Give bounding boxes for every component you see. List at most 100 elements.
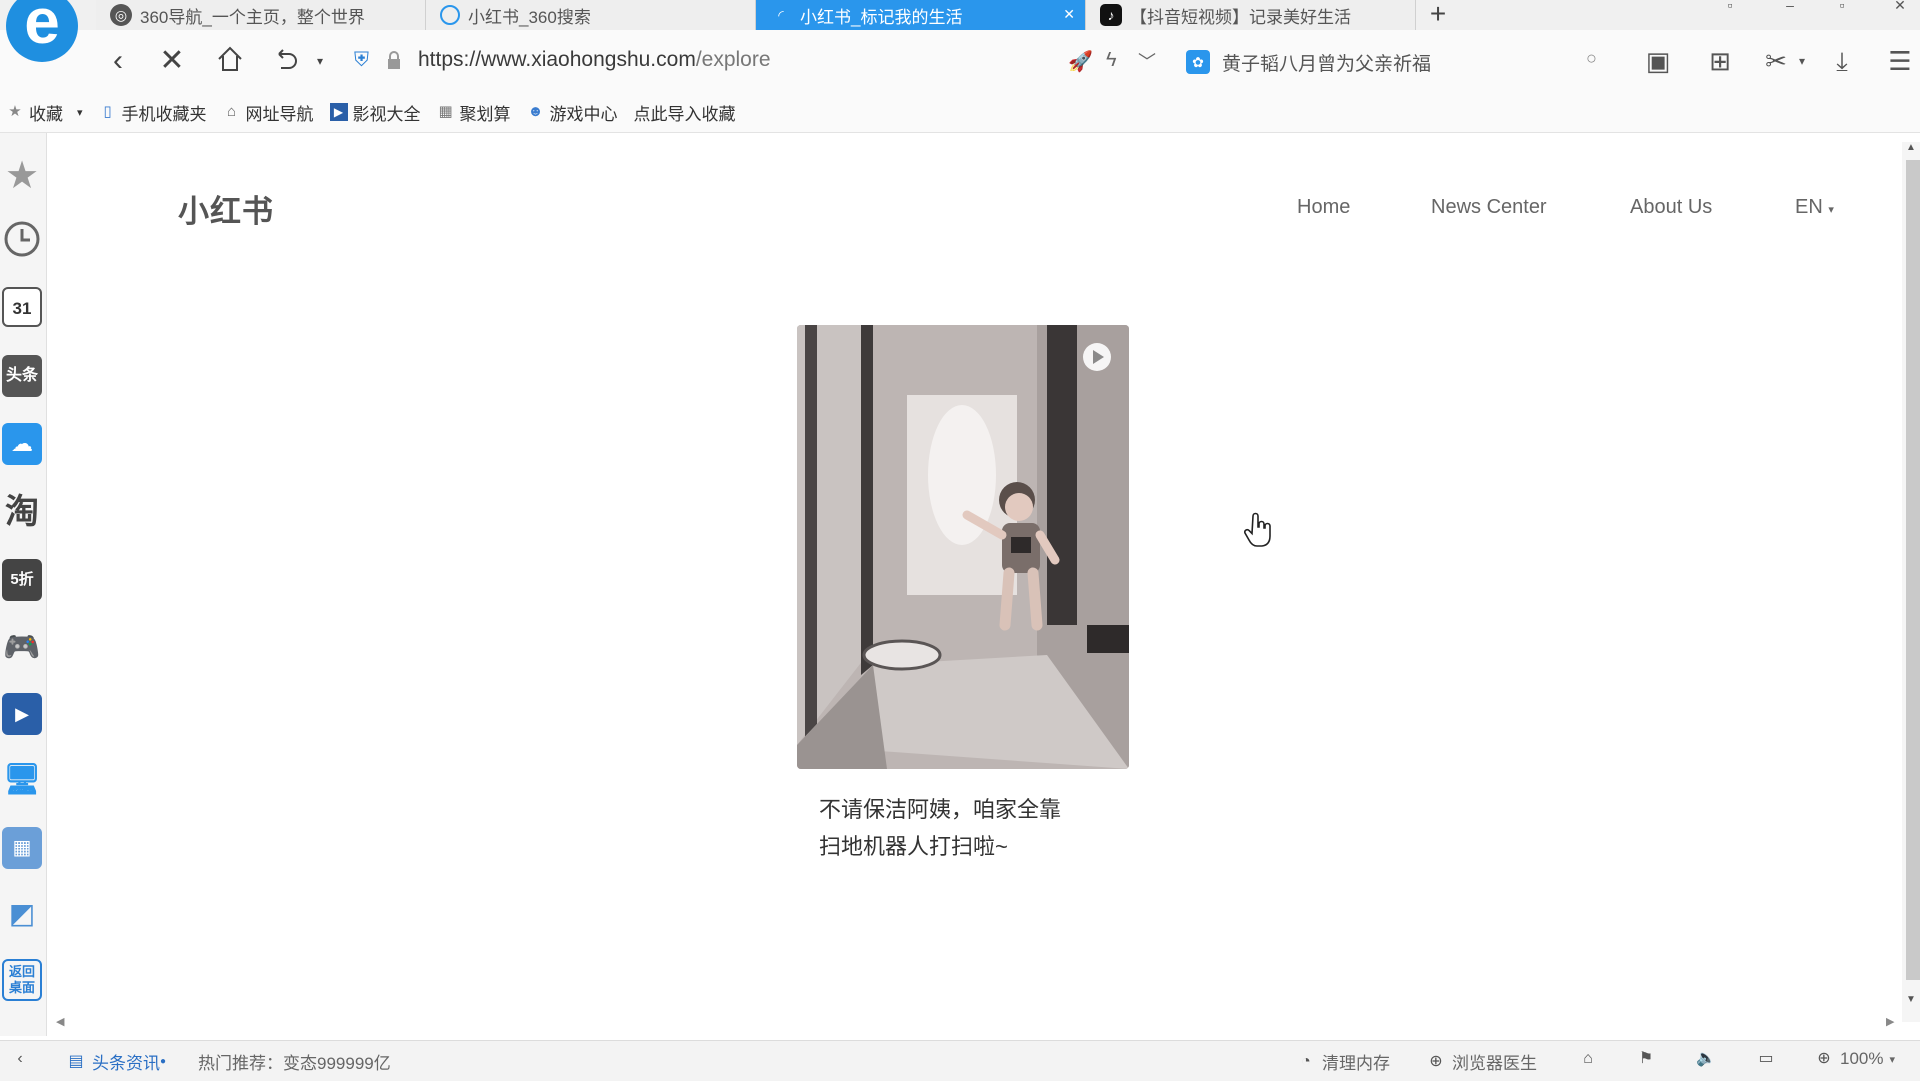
bookmark-movies[interactable]: ▶ 影视大全 — [329, 100, 421, 125]
address-bar[interactable]: ⛨ https://www.xiaohongshu.com/explore 🚀 … — [350, 46, 1660, 78]
zoom-icon: ⊕ — [1817, 1050, 1831, 1067]
nav-news-center-link[interactable]: News Center — [1431, 196, 1547, 219]
scrollbar-thumb[interactable] — [1906, 160, 1920, 980]
maximize-window-icon[interactable]: ▫ — [1822, 0, 1862, 14]
minimize-window-icon[interactable]: – — [1770, 0, 1810, 14]
bookmark-import[interactable]: 点此导入收藏 — [634, 100, 736, 125]
nav-about-us-link[interactable]: About Us — [1630, 196, 1712, 219]
bookmark-juhuasuan[interactable]: ▦ 聚划算 — [437, 100, 511, 125]
status-bar: ‹ ▤ 头条资讯 ● 热门推荐：变态999999亿 ◔ 清理内存 ⊕ 浏览器医生… — [0, 1040, 1920, 1081]
taobao-icon[interactable]: 淘 — [2, 491, 42, 533]
bookmark-label: 聚划算 — [459, 104, 511, 124]
bookmark-label: 点此导入收藏 — [633, 104, 736, 124]
game-icon: ☻ — [527, 103, 544, 120]
bookmark-game-center[interactable]: ☻ 游戏中心 — [527, 100, 618, 125]
undo-icon — [278, 49, 297, 69]
paw-icon: ✿ — [1186, 50, 1210, 74]
discount-icon[interactable]: 5折 — [2, 559, 42, 601]
close-icon[interactable]: ✕ — [1063, 6, 1075, 23]
scroll-left-icon[interactable]: ◀ — [56, 1015, 64, 1028]
loading-icon: ◜ — [778, 6, 784, 23]
film-icon[interactable]: ▶ — [2, 693, 42, 735]
reader-mode-icon[interactable]: ▣ — [1638, 44, 1678, 80]
screen-icon[interactable]: ▭ — [1756, 1049, 1782, 1069]
sidebar: ★ 31 头条 ☁ 淘 5折 🎮 ▶ 🖥 ▦ ◩ 返回桌面 — [0, 133, 47, 1036]
site-logo[interactable]: 小红书 — [178, 186, 274, 231]
download-icon[interactable]: ⤓ — [1822, 44, 1862, 80]
monitor-icon[interactable]: 🖥 — [2, 759, 42, 801]
browser-doctor-button[interactable]: ⊕ 浏览器医生 — [1426, 1049, 1537, 1074]
lock-icon — [388, 51, 400, 69]
lightning-icon[interactable]: ϟ — [1106, 49, 1117, 72]
tab-title: 360导航_一个主页，整个世界 — [140, 7, 365, 27]
cloud-sync-icon[interactable]: ⌂ — [1578, 1049, 1604, 1069]
apps-icon[interactable]: ⊞ — [1700, 44, 1740, 80]
search-icon — [440, 5, 460, 25]
zoom-control[interactable]: ⊕ 100% ▾ — [1814, 1049, 1895, 1069]
back-to-desktop-icon[interactable]: 返回桌面 — [2, 959, 42, 1001]
headline-news-button[interactable]: ▤ 头条资讯 ● — [66, 1049, 166, 1074]
chevron-down-icon[interactable]: ﹀ — [1138, 48, 1156, 74]
flag-icon[interactable]: ⚑ — [1636, 1049, 1662, 1069]
weather-cloud-icon[interactable]: ☁ — [2, 423, 42, 465]
chevron-down-icon[interactable]: ▾ — [77, 106, 83, 119]
history-clock-icon[interactable] — [2, 219, 42, 261]
tab-360-search[interactable]: 小红书_360搜索 — [426, 0, 756, 30]
nav-language-select[interactable]: EN ▾ — [1795, 196, 1834, 219]
home-button[interactable] — [210, 44, 250, 80]
calculator-icon[interactable]: ▦ — [2, 827, 42, 869]
film-icon: ▶ — [329, 103, 348, 121]
restore-window-icon[interactable]: ▫ — [1710, 0, 1750, 14]
scroll-right-icon[interactable]: ▶ — [1886, 1015, 1894, 1028]
volume-icon[interactable]: 🔈 — [1696, 1049, 1722, 1069]
play-icon[interactable] — [1083, 343, 1111, 371]
tab-bar: ◎ 360导航_一个主页，整个世界 小红书_360搜索 ◜ 小红书_标记我的生活… — [0, 0, 1920, 31]
vertical-scrollbar[interactable]: ▲ ▼ — [1902, 142, 1920, 1022]
calendar-icon[interactable]: 31 — [2, 287, 42, 327]
tab-douyin[interactable]: ♪ 【抖音短视频】记录美好生活 — [1086, 0, 1416, 30]
bookmark-mobile-favorites[interactable]: ▯ 手机收藏夹 — [99, 100, 207, 125]
bookmark-label: 游戏中心 — [549, 104, 618, 124]
clear-memory-button[interactable]: ◔ 清理内存 — [1296, 1049, 1390, 1074]
scroll-down-icon[interactable]: ▼ — [1906, 994, 1916, 1005]
navigation-bar: ‹ ✕ ▾ ⛨ https://www.xiaohongshu.com/expl… — [0, 30, 1920, 92]
tab-xiaohongshu[interactable]: ◜ 小红书_标记我的生活 ✕ — [756, 0, 1086, 30]
menu-icon[interactable]: ☰ — [1880, 44, 1920, 80]
tab-title: 小红书_360搜索 — [468, 7, 591, 27]
url-text[interactable]: https://www.xiaohongshu.com/explore — [418, 48, 771, 72]
bookmark-favorites[interactable]: ★ 收藏 ▾ — [6, 100, 83, 125]
scissors-dropdown-icon[interactable]: ▾ — [1782, 44, 1822, 80]
url-host: https://www.xiaohongshu.com — [418, 48, 696, 71]
clock-icon — [4, 221, 40, 257]
language-label: EN — [1795, 196, 1823, 218]
hot-recommendation[interactable]: 热门推荐：变态999999亿 — [198, 1049, 391, 1074]
gamepad-icon[interactable]: 🎮 — [2, 627, 42, 669]
stop-button[interactable]: ✕ — [152, 44, 192, 80]
phone-icon: ▯ — [103, 103, 112, 120]
favorites-star-icon[interactable]: ★ — [2, 155, 42, 197]
tab-360-nav[interactable]: ◎ 360导航_一个主页，整个世界 — [96, 0, 426, 30]
close-window-icon[interactable]: ✕ — [1880, 0, 1920, 14]
video-card[interactable] — [797, 325, 1129, 769]
caption-line: 不请保洁阿姨，咱家全靠 — [819, 797, 1062, 822]
horizontal-scrollbar[interactable]: ◀ ▶ — [52, 1015, 1902, 1033]
bookmark-url-nav[interactable]: ⌂ 网址导航 — [223, 100, 314, 125]
chevron-down-icon: ▾ — [1889, 1053, 1896, 1066]
rocket-icon[interactable]: 🚀 — [1068, 49, 1093, 74]
news-icon: ▤ — [68, 1052, 84, 1070]
undo-dropdown-icon[interactable]: ▾ — [300, 44, 340, 80]
clear-memory-label: 清理内存 — [1322, 1054, 1390, 1073]
bookmark-label: 手机收藏夹 — [121, 104, 207, 124]
toutiao-icon[interactable]: 头条 — [2, 355, 42, 397]
notebook-icon[interactable]: ◩ — [2, 893, 42, 935]
news-suggestion[interactable]: 黄子韬八月曾为父亲祈福 — [1222, 49, 1431, 76]
url-path: /explore — [695, 48, 771, 71]
scroll-up-icon[interactable]: ▲ — [1906, 142, 1916, 153]
back-button[interactable]: ‹ — [98, 44, 138, 80]
collapse-sidebar-button[interactable]: ‹ — [10, 1049, 36, 1069]
post-caption[interactable]: 不请保洁阿姨，咱家全靠 扫地机器人打扫啦~ — [819, 791, 1109, 865]
search-icon[interactable]: ○ — [1586, 48, 1597, 69]
nav-home-link[interactable]: Home — [1297, 196, 1350, 219]
bookmark-label: 网址导航 — [245, 104, 314, 124]
new-tab-button[interactable]: + — [1420, 0, 1456, 30]
